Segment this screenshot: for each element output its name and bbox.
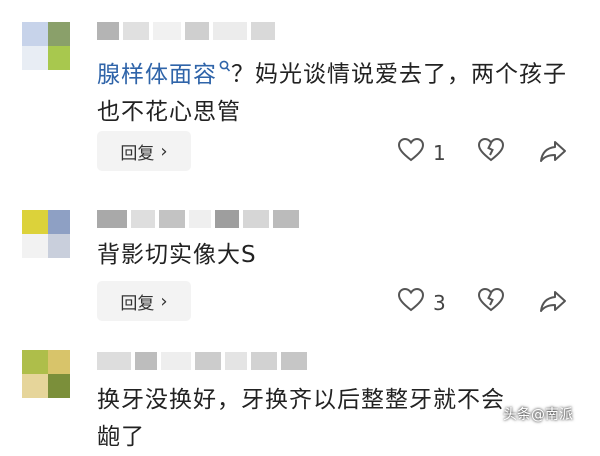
reply-button[interactable]: 回复 ›: [97, 281, 191, 321]
username[interactable]: [97, 22, 275, 40]
like-button[interactable]: 3: [397, 287, 446, 318]
comment-item: 腺样体面容 ？妈光谈情说爱去了，两个孩子也不花心思管 回复 › 1: [0, 0, 600, 190]
share-icon: [539, 139, 567, 168]
comment-item: 背影切实像大S 回复 › 3: [0, 190, 600, 340]
comment-text: 腺样体面容 ？妈光谈情说爱去了，两个孩子也不花心思管: [97, 48, 577, 131]
reply-button[interactable]: 回复 ›: [97, 131, 191, 171]
like-count: 1: [433, 140, 446, 165]
avatar[interactable]: [22, 210, 70, 258]
reply-label: 回复: [120, 293, 155, 314]
search-link[interactable]: 腺样体面容: [97, 60, 231, 88]
search-icon: [219, 48, 231, 85]
username[interactable]: [97, 210, 299, 228]
like-count: 3: [433, 290, 446, 315]
like-button[interactable]: 1: [397, 137, 446, 168]
heart-icon: [397, 287, 425, 318]
chevron-right-icon: ›: [160, 290, 168, 312]
share-button[interactable]: [539, 139, 567, 168]
watermark: 头条@南派: [503, 407, 573, 423]
broken-heart-icon: [477, 137, 505, 168]
broken-heart-icon: [477, 287, 505, 318]
avatar[interactable]: [22, 22, 70, 70]
dislike-button[interactable]: [477, 287, 505, 318]
reply-label: 回复: [120, 143, 155, 164]
share-icon: [539, 289, 567, 318]
share-button[interactable]: [539, 289, 567, 318]
chevron-right-icon: ›: [160, 140, 168, 162]
heart-icon: [397, 137, 425, 168]
username[interactable]: [97, 352, 307, 370]
avatar[interactable]: [22, 350, 70, 398]
comment-text: 背影切实像大S: [97, 242, 257, 268]
dislike-button[interactable]: [477, 137, 505, 168]
